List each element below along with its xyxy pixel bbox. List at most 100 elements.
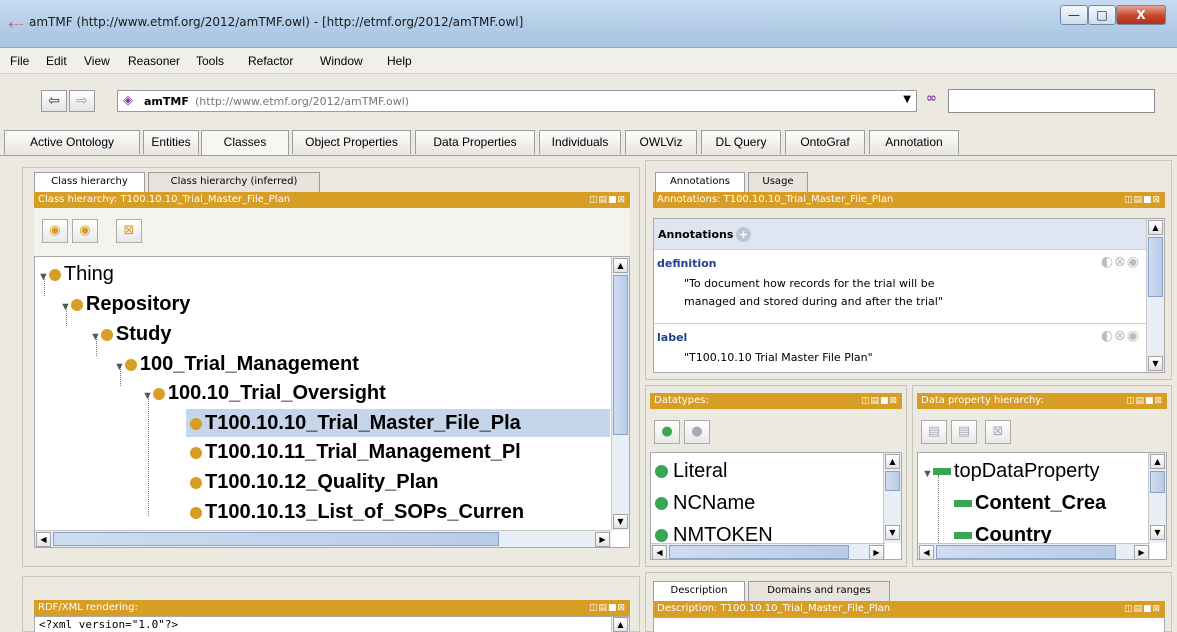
annotation-row-label[interactable]: label ◐⊗◉ "T100.10.10 Trial Master File … [654, 323, 1146, 373]
expand-icon[interactable]: ▼ [114, 361, 125, 373]
tab-individuals[interactable]: Individuals [539, 130, 621, 154]
view-controls-icon[interactable]: ◫▤■⊠ [589, 600, 626, 616]
tree-node-t100-10-13[interactable]: T100.10.13_List_of_SOPs_Curren [190, 500, 524, 524]
tab-domains-and-ranges[interactable]: Domains and ranges [748, 581, 890, 601]
tree-node-repository[interactable]: ▼ Repository [60, 292, 190, 319]
view-controls-icon[interactable]: ◫▤■⊠ [1124, 601, 1161, 617]
tree-node-100-10-trial-oversight[interactable]: ▼ 100.10_Trial_Oversight [142, 381, 386, 408]
scroll-thumb[interactable] [1150, 471, 1165, 493]
delete-datatype-button[interactable]: ● [684, 420, 710, 444]
scroll-right-icon[interactable]: ▶ [595, 532, 610, 547]
scroll-right-icon[interactable]: ▶ [869, 545, 884, 559]
scroll-up-icon[interactable]: ▲ [1148, 220, 1163, 235]
tab-description[interactable]: Description [653, 581, 745, 601]
scroll-thumb[interactable] [936, 545, 1116, 559]
add-annotation-icon[interactable]: + [736, 227, 751, 242]
tab-dl-query[interactable]: DL Query [701, 130, 781, 154]
add-sub-property-button[interactable]: ▤ [921, 420, 947, 444]
back-button[interactable]: ⇦ [41, 90, 67, 112]
annotation-actions-icon[interactable]: ◐⊗◉ [1101, 254, 1140, 270]
delete-class-button[interactable]: ⊠ [116, 219, 142, 243]
data-property-horizontal-scrollbar[interactable]: ◀ ▶ [918, 543, 1150, 559]
scroll-down-icon[interactable]: ▼ [1150, 525, 1165, 540]
expand-icon[interactable]: ▼ [922, 468, 933, 480]
datatype-item[interactable]: Literal [655, 459, 727, 483]
annotation-row-definition[interactable]: definition ◐⊗◉ "To document how records … [654, 249, 1146, 321]
class-tree-horizontal-scrollbar[interactable]: ◀ ▶ [35, 530, 611, 547]
chevron-down-icon[interactable]: ▼ [903, 94, 911, 105]
expand-icon[interactable]: ▼ [38, 271, 49, 283]
view-controls-icon[interactable]: ◫▤■⊠ [1124, 192, 1161, 208]
menu-view[interactable]: View [84, 54, 110, 68]
add-datatype-button[interactable]: ● [654, 420, 680, 444]
annotation-actions-icon[interactable]: ◐⊗◉ [1101, 328, 1140, 344]
tab-annotations[interactable]: Annotations [655, 172, 745, 192]
annotations-vertical-scrollbar[interactable]: ▲ ▼ [1146, 219, 1164, 372]
tab-classes[interactable]: Classes [201, 130, 289, 156]
scroll-up-icon[interactable]: ▲ [885, 454, 900, 469]
datatypes-vertical-scrollbar[interactable]: ▲ ▼ [883, 453, 901, 543]
add-sibling-class-button[interactable]: ◉ [72, 219, 98, 243]
menu-refactor[interactable]: Refactor [248, 54, 293, 68]
tab-object-properties[interactable]: Object Properties [292, 130, 411, 154]
scroll-right-icon[interactable]: ▶ [1134, 545, 1149, 559]
delete-property-button[interactable]: ⊠ [985, 420, 1011, 444]
tab-data-properties[interactable]: Data Properties [415, 130, 535, 154]
maximize-button[interactable]: □ [1088, 5, 1116, 25]
scroll-down-icon[interactable]: ▼ [613, 514, 628, 529]
scroll-up-icon[interactable]: ▲ [613, 258, 628, 273]
tree-node-study[interactable]: ▼ Study [90, 322, 171, 349]
scroll-up-icon[interactable]: ▲ [1150, 454, 1165, 469]
tab-annotation[interactable]: Annotation [869, 130, 959, 154]
scroll-thumb[interactable] [885, 471, 900, 491]
view-controls-icon[interactable]: ◫▤■⊠ [589, 192, 626, 208]
expand-icon[interactable]: ▼ [142, 390, 153, 402]
tree-node-t100-10-10[interactable]: T100.10.10_Trial_Master_File_Pla [190, 411, 521, 435]
scroll-down-icon[interactable]: ▼ [885, 525, 900, 540]
class-tree-vertical-scrollbar[interactable]: ▲ ▼ [611, 257, 629, 530]
view-controls-icon[interactable]: ◫▤■⊠ [861, 393, 898, 409]
tab-owlviz[interactable]: OWLViz [625, 130, 697, 154]
menu-edit[interactable]: Edit [46, 54, 67, 68]
scroll-left-icon[interactable]: ◀ [919, 545, 934, 559]
minimize-button[interactable]: — [1060, 5, 1088, 25]
active-ontology-selector[interactable]: ◈ amTMF (http://www.etmf.org/2012/amTMF.… [117, 90, 917, 112]
tree-node-t100-10-11[interactable]: T100.10.11_Trial_Management_Pl [190, 440, 521, 464]
scroll-thumb[interactable] [1148, 237, 1163, 297]
datatypes-horizontal-scrollbar[interactable]: ◀ ▶ [651, 543, 885, 559]
data-property-item[interactable]: Content_Crea [954, 491, 1106, 515]
scroll-down-icon[interactable]: ▼ [1148, 356, 1163, 371]
tree-node-t100-10-12[interactable]: T100.10.12_Quality_Plan [190, 470, 438, 494]
tab-ontograf[interactable]: OntoGraf [785, 130, 865, 154]
menu-window[interactable]: Window [320, 54, 363, 68]
view-controls-icon[interactable]: ◫▤■⊠ [1126, 393, 1163, 409]
tab-active-ontology[interactable]: Active Ontology [4, 130, 140, 154]
search-input[interactable] [948, 89, 1155, 113]
tab-class-hierarchy[interactable]: Class hierarchy [34, 172, 145, 192]
menu-help[interactable]: Help [387, 54, 412, 68]
menu-reasoner[interactable]: Reasoner [128, 54, 180, 68]
tab-usage[interactable]: Usage [748, 172, 808, 192]
close-button[interactable]: X [1116, 5, 1166, 25]
data-property-item[interactable]: ▼ topDataProperty [922, 459, 1100, 486]
data-property-vertical-scrollbar[interactable]: ▲ ▼ [1148, 453, 1166, 543]
forward-button[interactable]: ⇨ [69, 90, 95, 112]
tree-node-thing[interactable]: ▼ Thing [38, 262, 114, 289]
datatype-item[interactable]: NCName [655, 491, 755, 515]
scroll-left-icon[interactable]: ◀ [652, 545, 667, 559]
menu-tools[interactable]: Tools [196, 54, 224, 68]
scroll-left-icon[interactable]: ◀ [36, 532, 51, 547]
tab-class-hierarchy-inferred[interactable]: Class hierarchy (inferred) [148, 172, 320, 192]
expand-icon[interactable]: ▼ [90, 331, 101, 343]
scroll-thumb[interactable] [669, 545, 849, 559]
scroll-thumb[interactable] [613, 275, 628, 435]
expand-icon[interactable]: ▼ [60, 301, 71, 313]
add-sibling-property-button[interactable]: ▤ [951, 420, 977, 444]
tree-node-100-trial-management[interactable]: ▼ 100_Trial_Management [114, 352, 359, 379]
scroll-up-icon[interactable]: ▲ [613, 617, 628, 632]
tab-entities[interactable]: Entities [143, 130, 199, 154]
rdf-vertical-scrollbar[interactable]: ▲ [611, 617, 629, 632]
add-subclass-button[interactable]: ◉ [42, 219, 68, 243]
scroll-thumb[interactable] [53, 532, 499, 546]
menu-file[interactable]: File [10, 54, 29, 68]
